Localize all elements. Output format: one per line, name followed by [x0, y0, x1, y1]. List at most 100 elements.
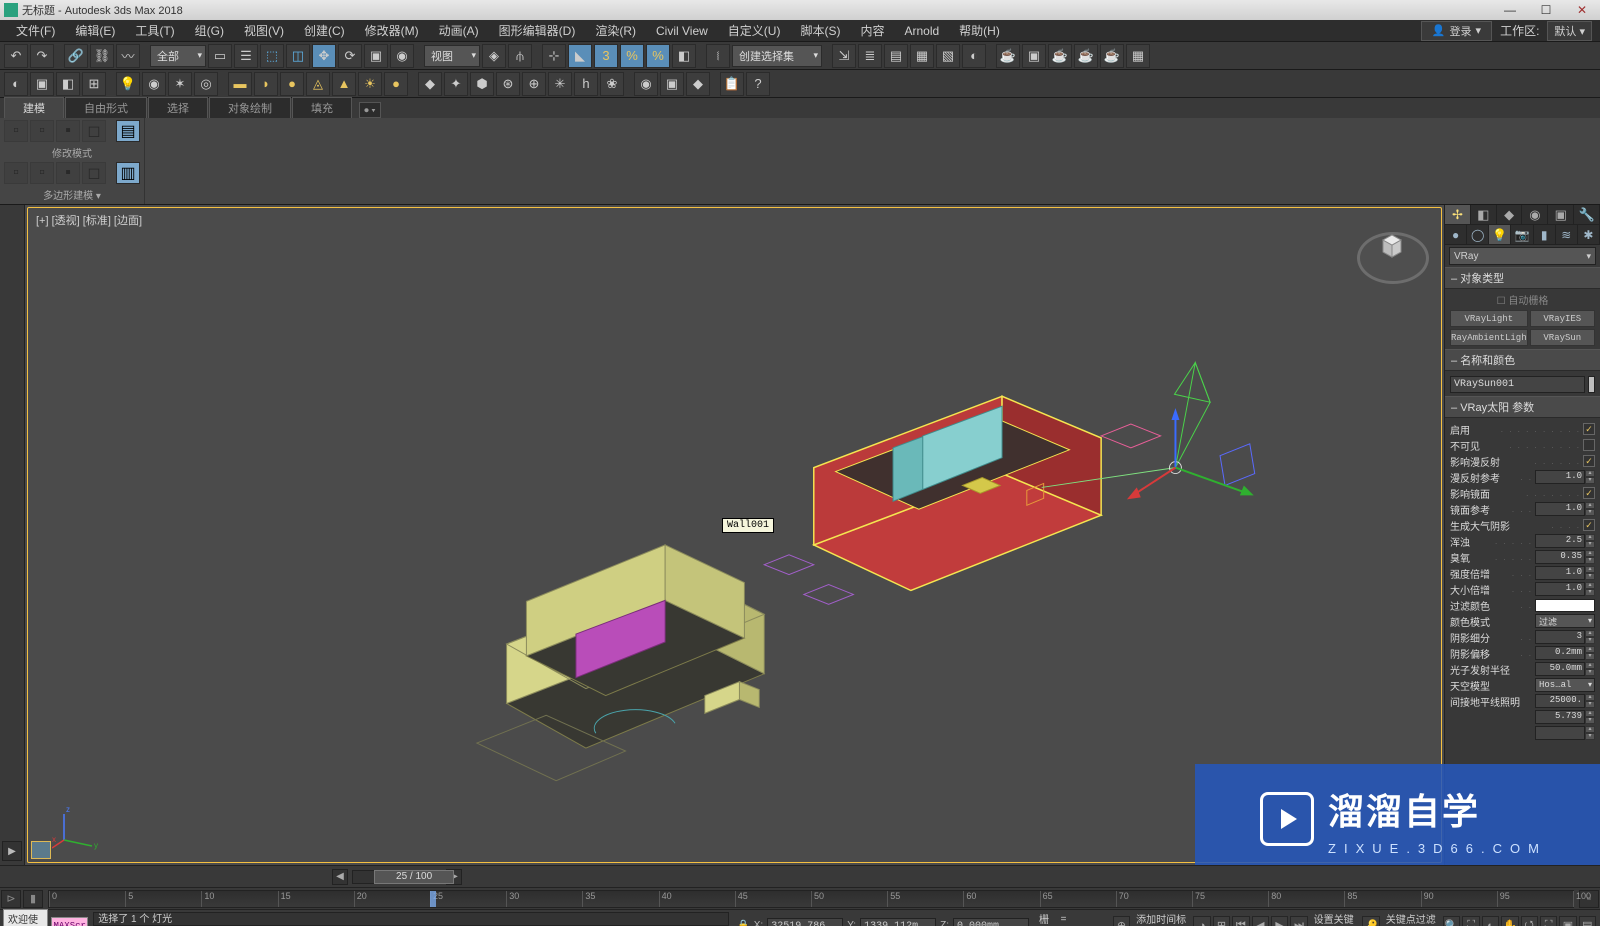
sub-shapes-icon[interactable]: ◯ — [1467, 225, 1489, 244]
use-pivot-center-button[interactable]: ◈ — [482, 44, 506, 68]
tb2-g8[interactable]: ❀ — [600, 72, 624, 96]
sphere-prim-button[interactable]: ◗ — [254, 72, 278, 96]
coord-z[interactable]: 0.000mm — [953, 918, 1029, 926]
menu-civil-view[interactable]: Civil View — [646, 20, 718, 42]
sb-pan[interactable]: ✋ — [1501, 916, 1518, 926]
maxscript-listener[interactable]: MAXScr — [51, 917, 88, 926]
object-name-field[interactable] — [1450, 376, 1585, 393]
sb-1[interactable]: ◑ — [1193, 916, 1210, 926]
ribbon-tab-selection[interactable]: 选择 — [148, 97, 208, 118]
color-mode-drop[interactable]: 过滤 — [1535, 614, 1595, 628]
spin-size[interactable]: 1.0 — [1535, 582, 1585, 596]
schematic-button[interactable]: ▧ — [936, 44, 960, 68]
select-rotate-button[interactable]: ⟳ — [338, 44, 362, 68]
workspace-dropdown[interactable]: 默认 ▾ — [1547, 21, 1592, 41]
sub-helpers-icon[interactable]: ▮ — [1534, 225, 1556, 244]
tab-display-icon[interactable]: ▣ — [1548, 205, 1574, 224]
rb-10[interactable]: ▥ — [116, 162, 140, 184]
render3-button[interactable]: ☕ — [1100, 44, 1124, 68]
select-move-button[interactable]: ✥ — [312, 44, 336, 68]
key-filter-button[interactable]: ▮ — [23, 890, 43, 908]
tab-create-icon[interactable]: ✢ — [1445, 205, 1471, 224]
sub-geometry-icon[interactable]: ● — [1445, 225, 1467, 244]
sb-zoom-all[interactable]: ⛶ — [1462, 916, 1479, 926]
spin-horizon[interactable]: 25000. — [1535, 694, 1585, 708]
cone-prim-button[interactable]: ▲ — [332, 72, 356, 96]
menu-create[interactable]: 创建(C) — [294, 20, 355, 42]
render-button[interactable]: ☕ — [1048, 44, 1072, 68]
tab-motion-icon[interactable]: ◉ — [1522, 205, 1548, 224]
select-place-button[interactable]: ◉ — [390, 44, 414, 68]
sb-nav1[interactable]: ▣ — [1559, 916, 1576, 926]
rb-5[interactable]: ▤ — [116, 120, 140, 142]
menu-graph-editors[interactable]: 图形编辑器(D) — [489, 20, 586, 42]
render4-button[interactable]: ▦ — [1126, 44, 1150, 68]
tb2-g5[interactable]: ⊕ — [522, 72, 546, 96]
link-button[interactable]: 🔗 — [64, 44, 88, 68]
close-button[interactable]: ✕ — [1564, 0, 1600, 20]
render2-button[interactable]: ☕ — [1074, 44, 1098, 68]
spin-last[interactable] — [1535, 726, 1585, 740]
chk-atmos[interactable]: ✓ — [1583, 519, 1595, 531]
torus-prim-button[interactable]: ◬ — [306, 72, 330, 96]
chk-affect-specular[interactable]: ✓ — [1583, 487, 1595, 499]
chk-invisible[interactable] — [1583, 439, 1595, 451]
menu-tools[interactable]: 工具(T) — [125, 20, 184, 42]
window-crossing-button[interactable]: ◫ — [286, 44, 310, 68]
add-time-tag-label[interactable]: 添加时间标记 — [1136, 911, 1187, 926]
object-color-swatch[interactable] — [1588, 376, 1595, 393]
spin-shadow-subdiv[interactable]: 3 — [1535, 630, 1585, 644]
ribbon-toggle[interactable]: ⏺ ▾ — [359, 102, 381, 118]
spinner-snap-button[interactable]: % — [646, 44, 670, 68]
selection-filter-combo[interactable]: 全部 — [150, 45, 206, 67]
sun-prim-button[interactable]: ☀ — [358, 72, 382, 96]
menu-customize[interactable]: 自定义(U) — [718, 20, 791, 42]
layers-button[interactable]: ≣ — [858, 44, 882, 68]
angle-snap-button[interactable]: ◣ — [568, 44, 592, 68]
btn-vrayies[interactable]: VRayIES — [1530, 310, 1595, 327]
spin-specular-mult[interactable]: 1.0 — [1535, 502, 1585, 516]
select-scale-button[interactable]: ▣ — [364, 44, 388, 68]
menu-scripting[interactable]: 脚本(S) — [790, 20, 850, 42]
unlink-button[interactable]: ⛓ — [90, 44, 114, 68]
spin-ozone[interactable]: 0.35 — [1535, 550, 1585, 564]
named-selection-combo[interactable]: 创建选择集 — [732, 45, 822, 67]
plane-prim-button[interactable]: ● — [384, 72, 408, 96]
ribbon-tab-freeform[interactable]: 自由形式 — [65, 97, 147, 118]
viewport-thumb[interactable] — [31, 841, 51, 859]
btn-vraysun[interactable]: VRaySun — [1530, 329, 1595, 346]
menu-file[interactable]: 文件(F) — [6, 20, 65, 42]
mirror-button[interactable]: ⧙ — [706, 44, 730, 68]
menu-views[interactable]: 视图(V) — [234, 20, 294, 42]
mini-play-button[interactable]: ▶ — [2, 841, 22, 861]
rb-9[interactable]: ◻ — [82, 162, 106, 184]
sb-6[interactable]: ⏭ — [1290, 916, 1307, 926]
box-prim-button[interactable]: ▬ — [228, 72, 252, 96]
btn-vrayambientlight[interactable]: RayAmbientLigh — [1450, 329, 1528, 346]
rect-region-button[interactable]: ⬚ — [260, 44, 284, 68]
sb-orbit[interactable]: ⭯ — [1521, 916, 1538, 926]
ribbon-tab-modeling[interactable]: 建模 — [4, 97, 64, 118]
tab-utilities-icon[interactable]: 🔧 — [1574, 205, 1600, 224]
tb2-h3[interactable]: ◆ — [686, 72, 710, 96]
rollout-vraysun-params[interactable]: VRay太阳 参数 — [1445, 396, 1600, 418]
sb-fov[interactable]: ◐ — [1482, 916, 1499, 926]
rendered-frame-button[interactable]: ▣ — [1022, 44, 1046, 68]
snap3-button[interactable]: 3 — [594, 44, 618, 68]
chk-enable[interactable]: ✓ — [1583, 423, 1595, 435]
snap-button[interactable]: ⊹ — [542, 44, 566, 68]
sb-3[interactable]: ⏮ — [1232, 916, 1249, 926]
spin-diffuse-mult[interactable]: 1.0 — [1535, 470, 1585, 484]
tb2-g3[interactable]: ⬢ — [470, 72, 494, 96]
spin-photon-radius[interactable]: 50.0mm — [1535, 662, 1585, 676]
menu-arnold[interactable]: Arnold — [894, 20, 949, 42]
tb2-g6[interactable]: ✳ — [548, 72, 572, 96]
ribbon-tab-populate[interactable]: 填充 — [292, 97, 352, 118]
select-manipulate-button[interactable]: ⫛ — [508, 44, 532, 68]
rollout-object-type[interactable]: 对象类型 — [1445, 267, 1600, 289]
rb-2[interactable]: ▫ — [30, 120, 54, 142]
time-tag-button[interactable]: ⊕ — [1113, 916, 1130, 926]
login-button[interactable]: 👤登录 ▾ — [1421, 21, 1492, 41]
menu-help[interactable]: 帮助(H) — [949, 20, 1010, 42]
lock-icon[interactable]: 🔒 — [737, 920, 749, 926]
